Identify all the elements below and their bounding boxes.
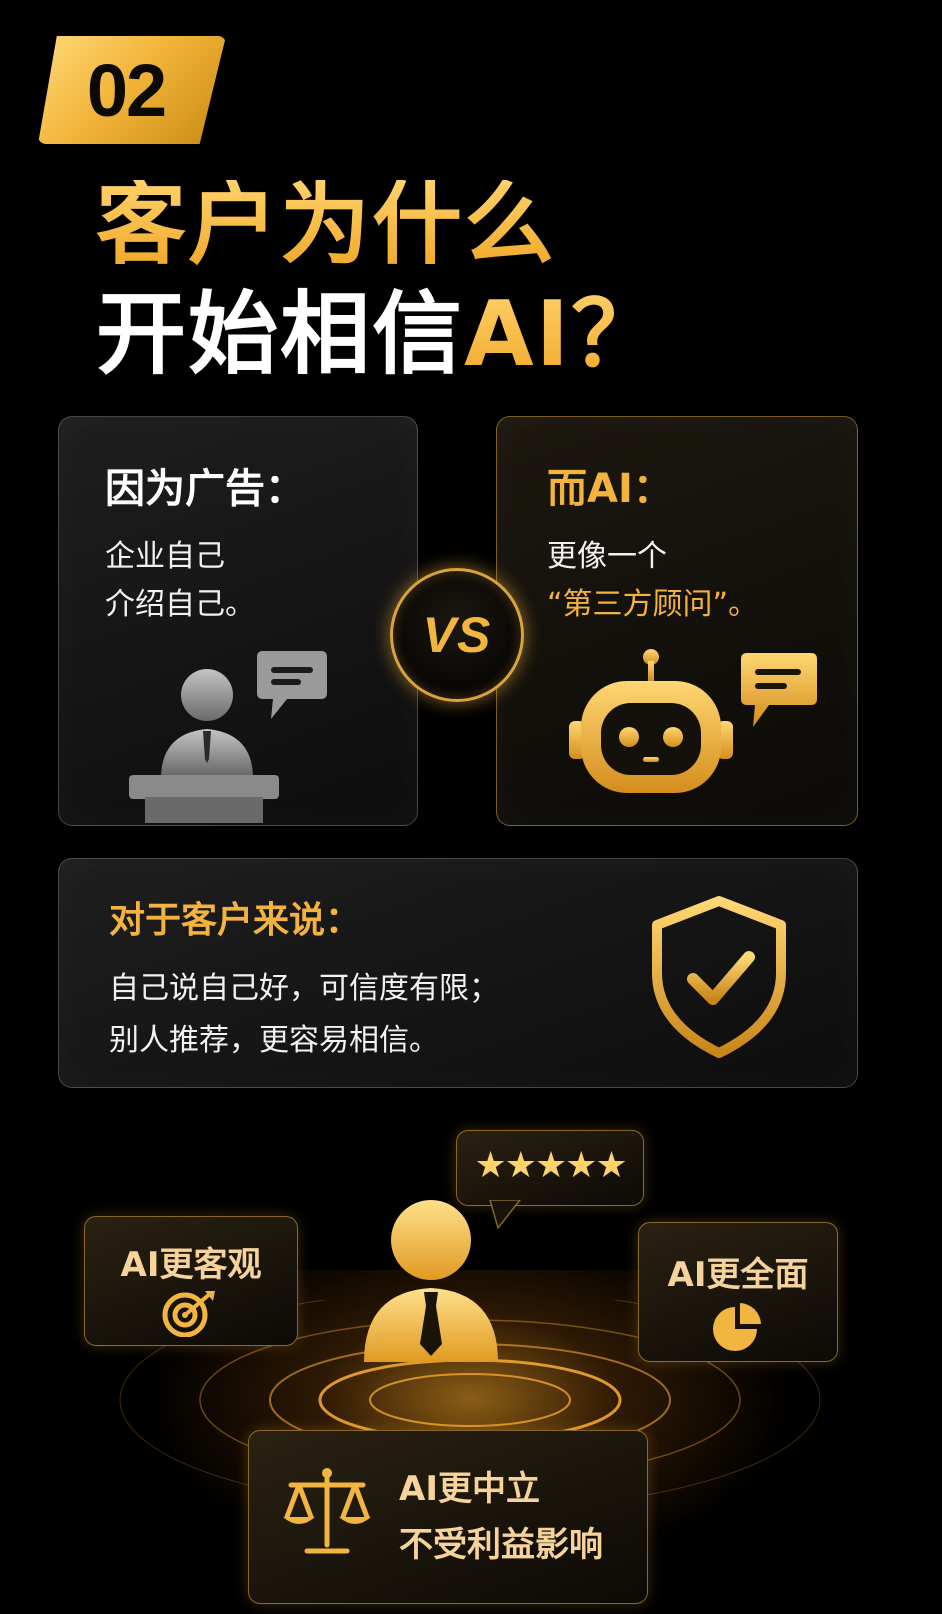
customer-card: 对于客户来说： 自己说自己好，可信度有限； 别人推荐，更容易相信。 <box>58 858 858 1088</box>
speech-bubble-icon <box>741 653 817 727</box>
comprehensive-tag: AI更全面 <box>638 1222 838 1362</box>
customer-card-line-1: 自己说自己好，可信度有限； <box>109 971 499 1006</box>
vs-badge: VS <box>390 568 524 702</box>
ad-card: 因为广告： 企业自己 介绍自己。 <box>58 416 418 826</box>
ad-card-line-2: 介绍自己。 <box>105 587 255 622</box>
rating-bubble: ★★★★★ <box>456 1130 644 1206</box>
speech-bubble-icon <box>257 651 327 719</box>
pie-chart-icon <box>713 1303 761 1351</box>
neutral-tag-sublabel: 不受利益影响 <box>399 1525 603 1565</box>
neutral-tag: AI更中立 不受利益影响 <box>248 1430 648 1604</box>
section-number: 02 <box>86 48 167 132</box>
scales-icon <box>283 1468 371 1554</box>
title-line-2-white: 开始相信 <box>96 282 464 387</box>
robot-icon <box>569 649 733 793</box>
neutral-tag-label: AI更中立 <box>399 1469 540 1509</box>
ad-card-heading: 因为广告： <box>105 466 305 512</box>
ai-card: 而AI： 更像一个 “第三方顾问”。 <box>496 416 858 826</box>
title-line-2: 开始相信AI？ <box>96 290 663 380</box>
title-line-2-gold: AI？ <box>464 282 664 387</box>
customer-card-line-2: 别人推荐，更容易相信。 <box>109 1023 439 1058</box>
ai-card-line-2: “第三方顾问”。 <box>547 587 759 622</box>
objective-tag: AI更客观 <box>84 1216 298 1346</box>
ai-card-line-1: 更像一个 <box>547 539 667 574</box>
ai-card-heading: 而AI： <box>547 466 673 512</box>
customer-card-heading: 对于客户来说： <box>109 900 362 941</box>
rating-stars: ★★★★★ <box>474 1145 627 1186</box>
comprehensive-tag-label: AI更全面 <box>667 1255 809 1295</box>
ad-card-line-1: 企业自己 <box>105 539 225 574</box>
title-line-1: 客户为什么 <box>96 172 556 277</box>
target-icon <box>162 1291 215 1337</box>
vs-label: VS <box>422 607 492 663</box>
person-icon <box>364 1200 498 1362</box>
objective-tag-label: AI更客观 <box>120 1245 262 1285</box>
shield-check-icon <box>652 896 786 1058</box>
section-number-badge: 02 <box>38 36 226 144</box>
